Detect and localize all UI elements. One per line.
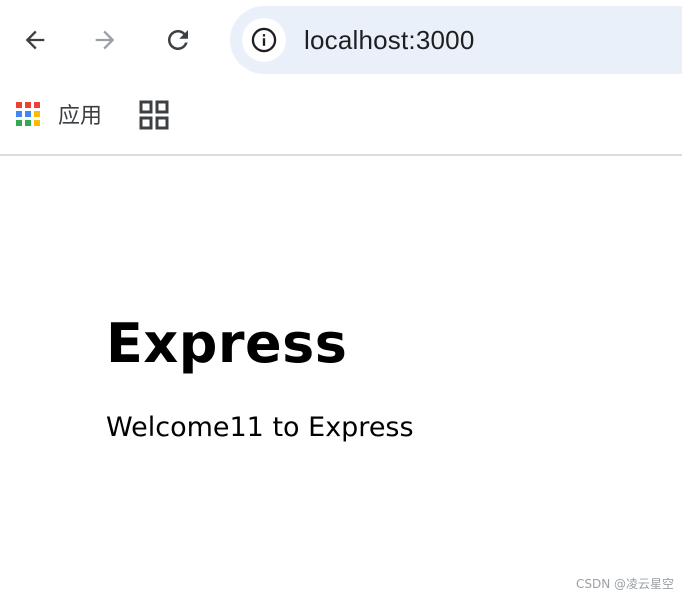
back-arrow-icon [25,30,45,50]
bookmark-apps[interactable]: 应用 [16,99,102,129]
page-content: Express Welcome11 to Express [0,156,682,598]
page-title: Express [106,312,348,375]
forward-arrow-icon [95,30,115,50]
back-button[interactable] [17,22,53,58]
browser-toolbar: localhost:3000 [0,0,682,82]
forward-button[interactable] [87,22,123,58]
grid-icon [139,100,169,130]
apps-grid-icon [16,102,40,126]
watermark: CSDN @凌云星空 [575,577,674,591]
apps-label: 应用 [58,104,103,129]
reload-icon [168,30,188,50]
welcome-text: Welcome11 to Express [106,412,414,443]
grid-bookmark-button[interactable] [139,100,169,130]
url-text[interactable]: localhost:3000 [304,23,474,57]
site-info-button[interactable] [242,18,286,62]
info-icon [251,27,277,53]
reload-button[interactable] [160,22,196,58]
bookmarks-bar: 应用 [0,82,682,156]
address-bar[interactable]: localhost:3000 [230,6,682,74]
